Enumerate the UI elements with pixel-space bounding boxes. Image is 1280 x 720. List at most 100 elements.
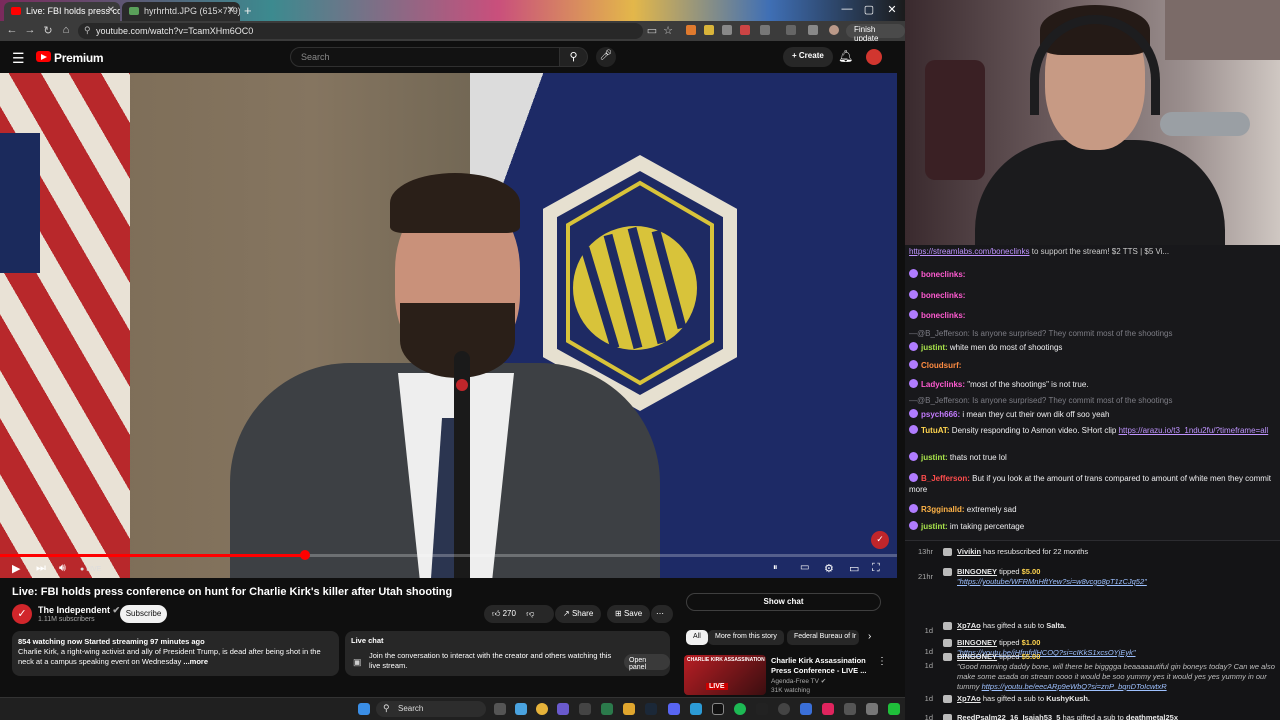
close-window-icon[interactable]: ✕ — [882, 3, 902, 16]
chat-username[interactable]: Cloudsurf: — [921, 361, 961, 370]
chat-username[interactable]: boneclinks: — [921, 291, 965, 300]
app-icon[interactable] — [822, 703, 834, 715]
app-icon[interactable] — [557, 703, 569, 715]
discord-icon[interactable] — [668, 703, 680, 715]
maximize-icon[interactable]: ▢ — [859, 3, 879, 16]
open-panel-button[interactable]: Open panel — [624, 654, 670, 671]
finish-update-button[interactable]: Finish update — [846, 24, 905, 43]
event-username[interactable]: Xp7Ao — [957, 621, 981, 630]
chat-link[interactable]: https://streamlabs.com/boneclinks — [909, 247, 1030, 256]
reload-icon[interactable]: ↻ — [40, 24, 56, 37]
app-icon[interactable] — [756, 703, 768, 715]
autoplay-toggle-icon[interactable]: ⏸︎ — [773, 562, 778, 573]
video-progress-bar[interactable] — [0, 550, 897, 560]
app-icon[interactable] — [844, 703, 856, 715]
share-button[interactable]: ↗ Share — [555, 605, 602, 623]
chat-link[interactable]: https://arazu.io/t3_1ndu2fu/?timeframe=a… — [1119, 426, 1269, 435]
description-box[interactable]: 854 watching now Started streaming 97 mi… — [12, 631, 339, 676]
tip-link[interactable]: https://youtu.be/eecARp9eWbQ?si=znP_bqnD… — [982, 682, 1167, 691]
file-explorer-icon[interactable] — [623, 703, 635, 715]
extension-icon[interactable] — [686, 25, 696, 35]
video-player[interactable]: ✓ — [0, 73, 897, 578]
chat-username[interactable]: justint: — [921, 522, 948, 531]
browser-tab-image[interactable]: hyrhrhtd.JPG (615×779) ✕ — [122, 2, 240, 21]
gift-recipient[interactable]: deathmetal25x — [1126, 713, 1178, 720]
notifications-bell-icon[interactable]: 🔔︎ — [838, 49, 853, 63]
browser-tab-youtube[interactable]: Live: FBI holds press confe ✕ — [4, 2, 120, 21]
download-icon[interactable] — [808, 25, 818, 35]
play-icon[interactable]: ▶ — [12, 562, 20, 575]
search-button[interactable]: ⚲ — [560, 47, 588, 67]
chat-username[interactable]: TutuAT: — [921, 426, 950, 435]
app-icon[interactable] — [579, 703, 591, 715]
chevron-right-icon[interactable]: › — [868, 631, 871, 642]
taskbar-search-input[interactable]: ⚲ Search — [376, 701, 486, 717]
theater-mode-icon[interactable]: ▭ — [849, 562, 859, 575]
chip-federal-bureau[interactable]: Federal Bureau of Ir — [787, 630, 859, 645]
create-button[interactable]: + Create — [783, 47, 833, 67]
event-username[interactable]: Vivikin — [957, 547, 981, 556]
scrubber-handle[interactable] — [299, 550, 310, 560]
extension-icon[interactable] — [722, 25, 732, 35]
new-tab-icon[interactable]: + — [244, 3, 252, 18]
minimize-icon[interactable]: — — [837, 3, 857, 15]
back-icon[interactable]: ← — [4, 24, 20, 36]
subtitles-icon[interactable]: ▭ — [800, 562, 809, 573]
more-link[interactable]: ...more — [183, 657, 208, 666]
extension-icon[interactable] — [740, 25, 750, 35]
related-video-channel[interactable]: Agenda-Free TV ✔ — [771, 677, 826, 685]
event-username[interactable]: BINGONEY — [957, 652, 997, 661]
chat-username[interactable]: justint: — [921, 453, 948, 462]
search-input[interactable]: Search — [290, 47, 560, 67]
fullscreen-icon[interactable]: ⛶ — [872, 562, 880, 575]
channel-name[interactable]: The Independent ✔ — [38, 605, 120, 616]
subscribe-button[interactable]: Subscribe — [120, 605, 167, 623]
chip-more-from-story[interactable]: More from this story — [708, 630, 784, 645]
sidebar-icon[interactable] — [786, 25, 796, 35]
profile-avatar[interactable] — [829, 25, 839, 35]
site-info-icon[interactable]: ⚲ — [84, 25, 91, 36]
url-input[interactable]: ⚲ youtube.com/watch?v=TcamXHm6OC0 — [78, 23, 643, 39]
home-icon[interactable]: ⌂ — [58, 24, 74, 36]
channel-watermark-icon[interactable]: ✓ — [871, 531, 889, 549]
obs-icon[interactable] — [778, 703, 790, 715]
chrome-icon[interactable] — [536, 703, 548, 715]
chat-username[interactable]: psych666: — [921, 410, 960, 419]
spotify-icon[interactable] — [734, 703, 746, 715]
kebab-menu-icon[interactable]: ⋮ — [877, 656, 887, 667]
voice-search-button[interactable]: 🎤︎ — [596, 47, 616, 67]
chip-all[interactable]: All — [686, 630, 708, 645]
related-video-thumbnail[interactable]: CHARLIE KIRK ASSASSINATION LIVE — [684, 655, 766, 695]
settings-gear-icon[interactable]: ⚙ — [824, 562, 834, 575]
windows-start-icon[interactable] — [358, 703, 370, 715]
youtube-logo-icon[interactable] — [36, 51, 51, 62]
chat-username[interactable]: justint: — [921, 343, 948, 352]
gift-recipient[interactable]: Salta. — [1046, 621, 1066, 630]
app-icon[interactable] — [601, 703, 613, 715]
tip-link[interactable]: "https://youtube/WFRMnHftYew?si=w8vcgo8p… — [957, 577, 1147, 586]
volume-icon[interactable]: 🔊︎ — [59, 562, 66, 575]
app-icon[interactable] — [888, 703, 900, 715]
chat-username[interactable]: boneclinks: — [921, 311, 965, 320]
extension-icon[interactable] — [704, 25, 714, 35]
widgets-icon[interactable] — [515, 703, 527, 715]
more-actions-button[interactable]: ⋯ — [651, 605, 673, 623]
forward-icon[interactable]: → — [22, 24, 38, 36]
event-username[interactable]: BINGONEY — [957, 567, 997, 576]
bookmark-star-icon[interactable]: ☆ — [660, 24, 676, 37]
event-username[interactable]: ReedPsalm22_16_Isaiah53_5 — [957, 713, 1060, 720]
gift-recipient[interactable]: KushyKush. — [1046, 694, 1090, 703]
app-icon[interactable] — [800, 703, 812, 715]
youtube-brand[interactable]: Premium — [54, 51, 104, 65]
app-icon[interactable] — [690, 703, 702, 715]
chat-username[interactable]: boneclinks: — [921, 270, 965, 279]
chat-username[interactable]: R3gginalld: — [921, 505, 965, 514]
close-icon[interactable]: ✕ — [107, 5, 115, 16]
live-indicator[interactable]: ● LIVE — [80, 566, 101, 573]
task-view-icon[interactable] — [494, 703, 506, 715]
extensions-puzzle-icon[interactable] — [760, 25, 770, 35]
close-icon[interactable]: ✕ — [227, 5, 235, 16]
chat-username[interactable]: B_Jefferson: — [921, 474, 970, 483]
app-icon[interactable] — [712, 703, 724, 715]
app-icon[interactable] — [866, 703, 878, 715]
